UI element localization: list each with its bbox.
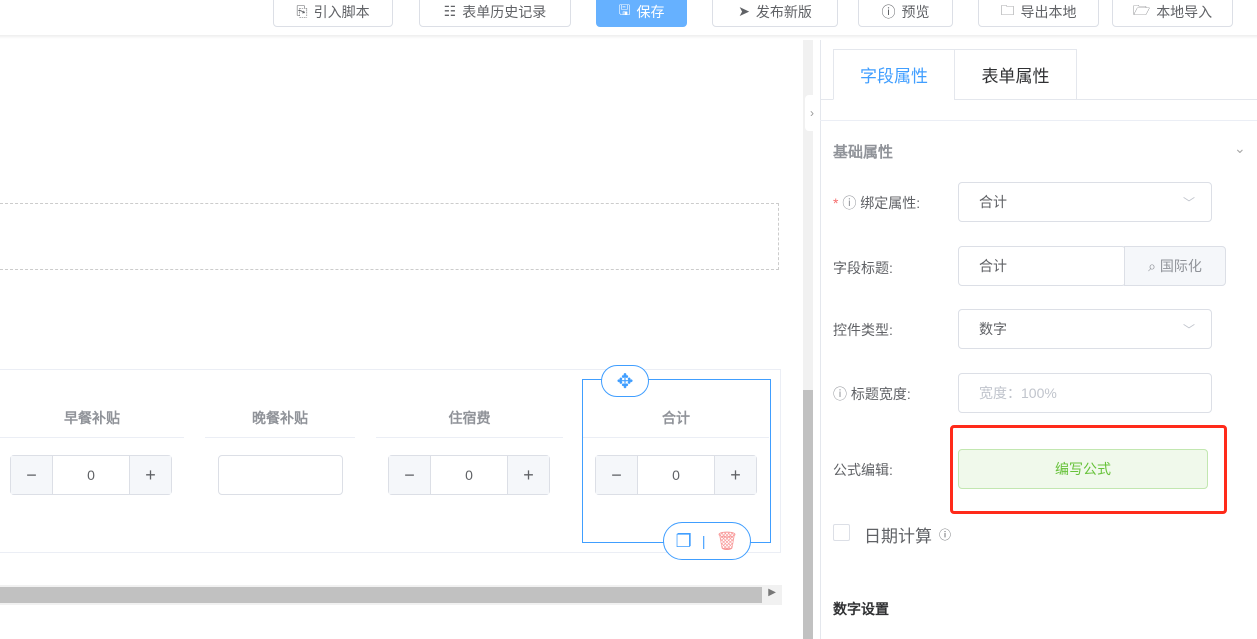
date-calc-label[interactable]: 日期计算: [864, 522, 932, 547]
width-label: 标题宽度:: [850, 386, 911, 402]
copy-icon[interactable]: ❐: [676, 531, 692, 552]
export-local-button[interactable]: 🗀 导出本地: [978, 0, 1099, 27]
dinner-input[interactable]: [218, 455, 343, 495]
help-icon: ⓘ: [833, 386, 847, 402]
bind-select[interactable]: 合计 ﹀: [958, 182, 1212, 222]
help-icon: ⓘ: [939, 528, 952, 542]
save-button[interactable]: 🖫 保存: [596, 0, 687, 27]
tab-form-props[interactable]: 表单属性: [954, 49, 1077, 100]
move-icon[interactable]: ✥: [601, 365, 649, 397]
plus-button[interactable]: +: [508, 456, 549, 494]
chevron-down-icon[interactable]: ⌄: [1234, 140, 1246, 157]
list-icon: ☷: [443, 3, 457, 19]
title-input[interactable]: 合计: [958, 246, 1126, 286]
plus-button[interactable]: +: [130, 456, 171, 494]
script-icon: ⎘: [296, 3, 308, 19]
plus-button[interactable]: +: [715, 456, 756, 494]
history-button[interactable]: ☷ 表单历史记录: [419, 0, 571, 27]
type-select[interactable]: 数字 ﹀: [958, 309, 1212, 349]
col-header-breakfast: 早餐补贴: [0, 404, 184, 438]
minus-button[interactable]: −: [11, 456, 52, 494]
minus-button[interactable]: −: [389, 456, 430, 494]
formula-label: 公式编辑:: [833, 462, 893, 478]
i18n-button[interactable]: ⌕ 国际化: [1124, 246, 1226, 286]
bind-label: 绑定属性:: [860, 195, 921, 211]
import-local-button[interactable]: 🗁 本地导入: [1112, 0, 1233, 27]
toolbar-divider: [0, 35, 1257, 39]
write-formula-button[interactable]: 编写公式: [958, 449, 1208, 489]
title-label: 字段标题:: [833, 260, 893, 276]
delete-icon[interactable]: 🗑: [715, 531, 738, 552]
send-icon: ➤: [738, 3, 750, 19]
question-icon: ⓘ: [881, 3, 896, 20]
search-icon: ⌕: [1148, 257, 1156, 274]
col-header-dinner: 晚餐补贴: [205, 404, 355, 438]
preview-button[interactable]: ⓘ 预览: [858, 0, 953, 27]
section-number: 数字设置: [833, 601, 889, 617]
width-input[interactable]: 宽度：100%: [958, 373, 1212, 413]
section-basic[interactable]: 基础属性: [833, 141, 893, 162]
chevron-down-icon: ﹀: [1182, 322, 1195, 337]
breakfast-stepper[interactable]: −0 +: [10, 455, 172, 495]
col-header-lodging: 住宿费: [376, 404, 563, 438]
date-calc-checkbox[interactable]: [833, 524, 850, 541]
horizontal-scrollbar[interactable]: ▶: [0, 585, 782, 605]
folder-open-icon: 🗁: [1132, 1, 1151, 18]
lodging-stepper[interactable]: −0 +: [388, 455, 550, 495]
folder-icon: 🗀: [1000, 1, 1015, 18]
type-label: 控件类型:: [833, 322, 893, 338]
tab-field-props[interactable]: 字段属性: [833, 49, 955, 100]
minus-button[interactable]: −: [596, 456, 637, 494]
publish-button[interactable]: ➤ 发布新版: [712, 0, 838, 27]
save-icon: 🖫: [618, 1, 631, 18]
collapse-panel-icon[interactable]: ›: [805, 95, 819, 131]
total-stepper[interactable]: −0 +: [595, 455, 757, 495]
help-icon: ⓘ: [842, 195, 857, 211]
chevron-down-icon: ﹀: [1182, 195, 1195, 210]
import-script-button[interactable]: ⎘ 引入脚本: [273, 0, 393, 27]
drop-zone[interactable]: [0, 203, 779, 270]
